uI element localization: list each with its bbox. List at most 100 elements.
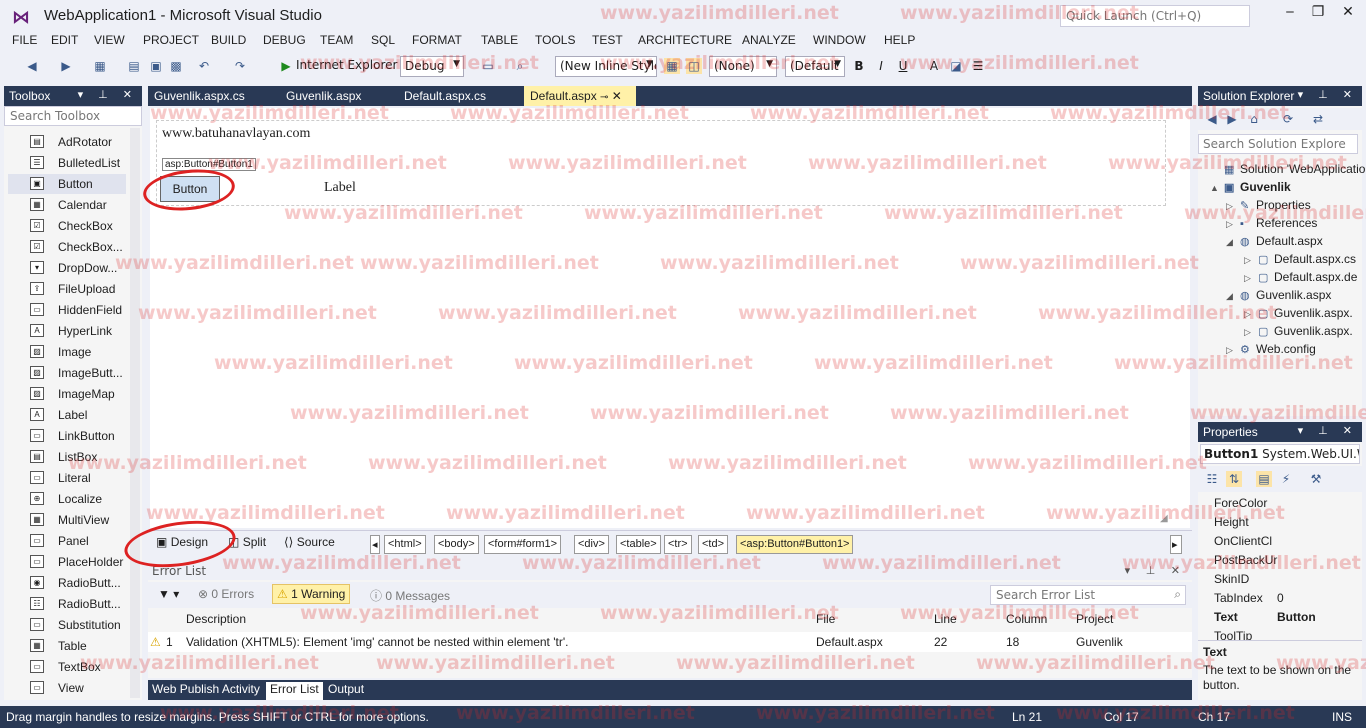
menu-analyze[interactable]: ANALYZE	[742, 33, 796, 47]
expander-icon[interactable]: ◢	[1226, 291, 1240, 302]
toolbox-search-input[interactable]: Search Toolbox	[4, 106, 142, 126]
object-selector[interactable]: Button1 System.Web.UI.W	[1200, 444, 1360, 464]
tree-node[interactable]: ▷ ⚙ Web.config	[1226, 342, 1316, 356]
expander-icon[interactable]: ▷	[1244, 273, 1258, 284]
col-column[interactable]: Column	[1006, 612, 1047, 626]
menu-project[interactable]: PROJECT	[143, 33, 199, 47]
toolbox-item[interactable]: A Label	[8, 405, 126, 425]
toolbox-item[interactable]: ☷ RadioButt...	[8, 594, 126, 614]
toolbox-item[interactable]: ☑ CheckBox	[8, 216, 126, 236]
toolbox-item[interactable]: ▭ Panel	[8, 531, 126, 551]
forward-icon[interactable]: ▶	[1224, 111, 1240, 127]
tree-node[interactable]: ◢ ◍ Guvenlik.aspx	[1226, 288, 1331, 302]
toolbox-item[interactable]: ▨ Image	[8, 342, 126, 362]
col-project[interactable]: Project	[1076, 612, 1113, 626]
property-value[interactable]: Button	[1277, 610, 1316, 624]
save-all-icon[interactable]: ▩	[168, 58, 184, 74]
breadcrumb-body[interactable]: <body>	[434, 535, 479, 554]
tree-node[interactable]: ▦ Solution 'WebApplication	[1210, 162, 1366, 176]
menu-build[interactable]: BUILD	[211, 33, 246, 47]
back-icon[interactable]: ◀	[1204, 111, 1220, 127]
underline-icon[interactable]: U	[895, 58, 911, 74]
panel-buttons[interactable]: ▾ ⊥ ✕	[1298, 88, 1358, 101]
panel-buttons[interactable]: ▾ ⊥ ✕	[1125, 564, 1186, 577]
breadcrumb-right-icon[interactable]: ▸	[1170, 535, 1182, 554]
align-icon[interactable]: ☰	[970, 58, 986, 74]
col-line[interactable]: Line	[934, 612, 957, 626]
expander-icon[interactable]: ◢	[1226, 237, 1240, 248]
tree-node[interactable]: ▷ ▢ Guvenlik.aspx.	[1244, 306, 1353, 320]
tree-node[interactable]: ▷ ▢ Default.aspx.de	[1244, 270, 1357, 284]
menu-architecture[interactable]: ARCHITECTURE	[638, 33, 732, 47]
toolbox-item[interactable]: ⇪ FileUpload	[8, 279, 126, 299]
breadcrumb-button[interactable]: <asp:Button#Button1>	[736, 535, 854, 554]
toolbox-item[interactable]: ▭ Substitution	[8, 615, 126, 635]
design-label[interactable]: Label	[324, 180, 356, 196]
toolbox-item[interactable]: ▤ AdRotator	[8, 132, 126, 152]
minimize-icon[interactable]: ‒	[1278, 4, 1302, 24]
tree-node[interactable]: ▷ ▪ References	[1226, 216, 1317, 230]
toolbox-item[interactable]: ▭ TextBox	[8, 657, 126, 677]
breadcrumb-tr[interactable]: <tr>	[664, 535, 692, 554]
style-select[interactable]: (New Inline Style ▼	[555, 56, 657, 77]
breadcrumb-table[interactable]: <table>	[616, 535, 661, 554]
tab-output[interactable]: Output	[324, 682, 368, 696]
property-row[interactable]: OnClientCl	[1214, 534, 1344, 553]
find-icon[interactable]: ⌕	[512, 58, 528, 74]
toolbox-item[interactable]: ▦ Calendar	[8, 195, 126, 215]
menu-tools[interactable]: TOOLS	[535, 33, 575, 47]
toolbox-item[interactable]: ▭ View	[8, 678, 126, 698]
toolbar-icon[interactable]: ▭	[480, 58, 496, 74]
breadcrumb-html[interactable]: <html>	[384, 535, 426, 554]
tab-error-list[interactable]: Error List	[266, 682, 323, 700]
tab-default-aspx[interactable]: Default.aspx ⊸ ✕	[524, 86, 636, 106]
menu-sql[interactable]: SQL	[371, 33, 395, 47]
menu-help[interactable]: HELP	[884, 33, 915, 47]
toolbox-item[interactable]: ▭ HiddenField	[8, 300, 126, 320]
browser-select[interactable]: Internet Explorer	[296, 58, 397, 72]
toolbox-item[interactable]: ▭ PlaceHolder	[8, 552, 126, 572]
new-project-icon[interactable]: ▦	[92, 58, 108, 74]
filter-icon[interactable]: ▼ ▾	[158, 587, 179, 601]
italic-icon[interactable]: I	[873, 58, 889, 74]
tab-default-aspx-cs[interactable]: Default.aspx.cs	[398, 86, 492, 106]
events-icon[interactable]: ⚡	[1278, 471, 1294, 487]
tree-node[interactable]: ▲ ▣ Guvenlik	[1210, 180, 1291, 194]
tab-web-publish[interactable]: Web Publish Activity	[148, 682, 264, 696]
style-new-icon[interactable]: ◫	[686, 58, 702, 74]
breadcrumb-form[interactable]: <form#form1>	[484, 535, 562, 554]
open-file-icon[interactable]: ▤	[126, 58, 142, 74]
close-tab-icon[interactable]: ✕	[612, 89, 622, 103]
back-icon[interactable]: ◀	[24, 58, 40, 74]
toolbox-item[interactable]: ▦ MultiView	[8, 510, 126, 530]
col-description[interactable]: Description	[186, 612, 246, 626]
resize-handle-icon[interactable]: ◢	[1160, 513, 1168, 524]
menu-test[interactable]: TEST	[592, 33, 623, 47]
toolbox-item[interactable]: ⊕ Localize	[8, 489, 126, 509]
expander-icon[interactable]: ▷	[1244, 255, 1258, 266]
menu-format[interactable]: FORMAT	[412, 33, 462, 47]
font-select[interactable]: (Default ▼	[785, 56, 845, 77]
alphabetical-icon[interactable]: ⇅	[1226, 471, 1242, 487]
close-icon[interactable]: ✕	[1336, 4, 1360, 24]
property-row[interactable]: Text Button	[1214, 610, 1344, 629]
tree-node[interactable]: ▷ ✎ Properties	[1226, 198, 1311, 212]
pin-icon[interactable]: ⊸	[600, 92, 608, 103]
errors-filter[interactable]: ⊗ 0 Errors	[198, 587, 254, 601]
bold-icon[interactable]: B	[851, 58, 867, 74]
configuration-select[interactable]: Debug ▼	[400, 56, 464, 77]
properties-icon[interactable]: ▤	[1256, 471, 1272, 487]
warnings-filter[interactable]: ⚠ 1 Warning	[272, 584, 351, 604]
solution-search-input[interactable]: Search Solution Explore	[1198, 134, 1358, 154]
toolbox-item[interactable]: ▣ Button	[8, 174, 126, 194]
highlight-icon[interactable]: ◪	[948, 58, 964, 74]
design-surface[interactable]: www.batuhanavlayan.com asp:Button#Button…	[150, 108, 1190, 528]
property-row[interactable]: PostBackUr	[1214, 553, 1344, 572]
tab-guvenlik-aspx[interactable]: Guvenlik.aspx	[280, 86, 367, 106]
property-row[interactable]: Height	[1214, 515, 1344, 534]
table-row[interactable]: ⚠ 1 Validation (XHTML5): Element 'img' c…	[148, 632, 1192, 652]
tree-node[interactable]: ▷ ▢ Default.aspx.cs	[1244, 252, 1356, 266]
toolbox-item[interactable]: ▦ Table	[8, 636, 126, 656]
expander-icon[interactable]: ▷	[1226, 345, 1240, 356]
menu-table[interactable]: TABLE	[481, 33, 518, 47]
